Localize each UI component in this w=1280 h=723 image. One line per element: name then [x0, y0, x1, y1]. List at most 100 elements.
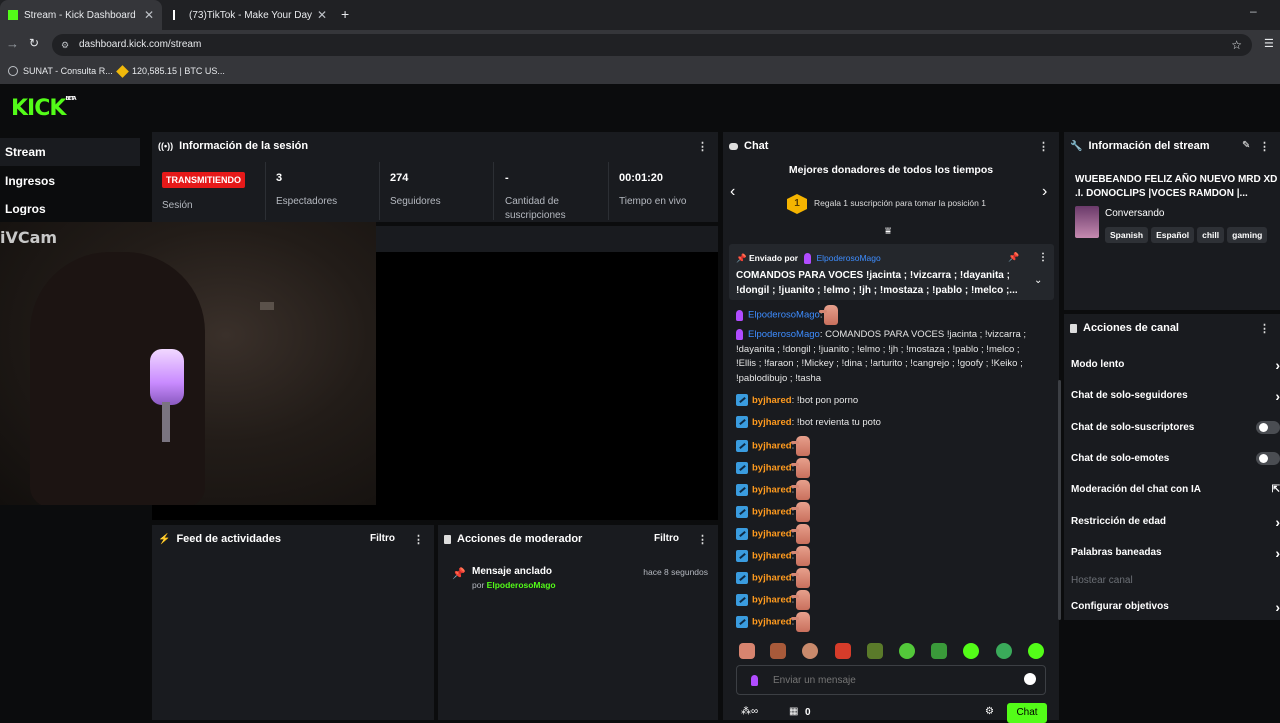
chat-username[interactable]: byjhared — [752, 617, 792, 628]
feed-filter-button[interactable]: Filtro — [370, 533, 395, 544]
url-field[interactable]: ⚙ dashboard.kick.com/stream ☆ — [52, 34, 1252, 56]
top-donors-title: Mejores donadores de todos los tiempos — [788, 164, 994, 176]
chat-username[interactable]: byjhared — [752, 507, 792, 518]
bookmark-sunat[interactable]: SUNAT - Consulta R... — [8, 66, 113, 76]
chat-username[interactable]: byjhared — [752, 529, 792, 540]
mic-badge-icon — [804, 253, 812, 265]
donors-prev-icon[interactable]: ‹ — [730, 183, 735, 201]
viewers-icon[interactable]: ⁂∞ — [741, 706, 758, 717]
pinned-more-icon[interactable]: ⋮ — [1038, 252, 1048, 263]
chat-username[interactable]: byjhared — [752, 463, 792, 474]
emote-face-icon[interactable] — [770, 643, 786, 659]
more-options-icon[interactable]: ⋮ — [1259, 322, 1270, 335]
unpin-icon[interactable]: 📌 — [1008, 252, 1019, 263]
emote-person-icon[interactable] — [802, 643, 818, 659]
action-label: Hostear canal — [1071, 575, 1133, 586]
action-slow-mode[interactable]: Modo lento › — [1071, 357, 1280, 373]
emote-frog-icon[interactable] — [867, 643, 883, 659]
tag[interactable]: chill — [1197, 227, 1225, 243]
tab-kick-dashboard[interactable]: Stream - Kick Dashboard ✕ — [0, 0, 162, 30]
chat-settings-icon[interactable]: ⚙ — [985, 706, 994, 717]
new-tab-icon[interactable]: + — [341, 6, 349, 22]
globe-icon — [8, 66, 18, 76]
chat-username[interactable]: byjhared — [752, 441, 792, 452]
emote-skull-icon[interactable] — [899, 643, 915, 659]
emotes-only-toggle[interactable] — [1256, 452, 1280, 465]
emote-smile-icon[interactable] — [931, 643, 947, 659]
moderator-filter-button[interactable]: Filtro — [654, 533, 679, 544]
action-age-restriction[interactable]: Restricción de edad › — [1071, 514, 1280, 530]
send-chat-button[interactable]: Chat — [1007, 703, 1047, 723]
reload-icon[interactable]: ↻ — [29, 36, 39, 50]
chat-username[interactable]: ElpoderosoMago — [748, 329, 820, 340]
more-options-icon[interactable]: ⋮ — [1259, 140, 1270, 153]
edit-icon[interactable]: ✎ — [1242, 140, 1250, 151]
chat-text: !bot revienta tu poto — [796, 417, 881, 428]
bookmark-star-icon[interactable]: ☆ — [1231, 34, 1242, 56]
close-tab-icon[interactable]: ✕ — [144, 8, 154, 22]
chat-username[interactable]: byjhared — [752, 417, 792, 428]
bookmark-btc[interactable]: 120,585.15 | BTC US... — [116, 64, 225, 78]
tab-label: Stream - Kick Dashboard — [24, 9, 136, 21]
action-ai-moderation[interactable]: Moderación del chat con IA ⇱ — [1071, 484, 1280, 495]
sidebar-item-logros[interactable]: Logros — [0, 195, 140, 215]
verified-badge-icon — [736, 462, 748, 474]
chat-username[interactable]: byjhared — [752, 551, 792, 562]
emote-robot-icon[interactable] — [996, 643, 1012, 659]
chat-username[interactable]: byjhared — [752, 395, 792, 406]
sidebar-item-ingresos[interactable]: Ingresos — [0, 167, 140, 195]
tab-tiktok[interactable]: (73)TikTok - Make Your Day ✕ — [165, 0, 335, 30]
chat-message-input[interactable] — [773, 671, 1013, 689]
expand-pinned-icon[interactable]: ⌄ — [1034, 275, 1042, 286]
tag[interactable]: Español — [1151, 227, 1195, 243]
emote-hand-icon[interactable] — [739, 643, 755, 659]
minimize-icon[interactable]: – — [1250, 4, 1257, 18]
chat-scrollbar[interactable] — [1058, 380, 1061, 620]
mic-badge-icon — [751, 675, 758, 686]
emote-chat-icon[interactable] — [963, 643, 979, 659]
emote-angry-icon[interactable] — [835, 643, 851, 659]
bookmark-label: 120,585.15 | BTC US... — [132, 66, 225, 76]
menu-icon[interactable]: ☰ — [1264, 37, 1274, 50]
divider — [493, 162, 494, 220]
subs-only-toggle[interactable] — [1256, 421, 1280, 434]
document-icon — [444, 534, 451, 544]
action-configure-goals[interactable]: Configurar objetivos › — [1071, 599, 1280, 615]
followers-label: Seguidores — [390, 196, 441, 207]
chat-username[interactable]: byjhared — [752, 485, 792, 496]
emote-hand-icon — [791, 480, 811, 500]
pinned-user[interactable]: ElpoderosoMago — [816, 253, 880, 263]
chevron-right-icon: › — [1275, 599, 1280, 615]
channel-actions-title: Acciones de canal — [1083, 322, 1179, 334]
mod-action-by-label: por — [472, 580, 485, 590]
chat-username[interactable]: byjhared — [752, 573, 792, 584]
action-label: Chat de solo-suscriptores — [1071, 422, 1195, 433]
more-options-icon[interactable]: ⋮ — [697, 140, 708, 153]
emote-bubble-icon[interactable] — [1028, 643, 1044, 659]
more-options-icon[interactable]: ⋮ — [1038, 140, 1049, 153]
close-tab-icon[interactable]: ✕ — [317, 8, 327, 22]
chat-username[interactable]: ElpoderosoMago — [748, 310, 820, 321]
mod-action-user[interactable]: ElpoderosoMago — [487, 580, 556, 590]
collapse-pinned-icon[interactable]: ⩸ — [885, 226, 891, 237]
donors-next-icon[interactable]: › — [1042, 183, 1047, 201]
action-followers-only[interactable]: Chat de solo-seguidores › — [1071, 388, 1280, 404]
tiktok-favicon-icon — [173, 10, 181, 20]
tag[interactable]: Spanish — [1105, 227, 1149, 243]
chat-message: byjhared: — [736, 480, 1041, 500]
tag[interactable]: gaming — [1227, 227, 1268, 243]
more-options-icon[interactable]: ⋮ — [697, 533, 708, 546]
sidebar-item-stream[interactable]: Stream — [0, 138, 140, 166]
action-banned-words[interactable]: Palabras baneadas › — [1071, 545, 1280, 561]
more-options-icon[interactable]: ⋮ — [413, 533, 424, 546]
verified-badge-icon — [736, 416, 748, 429]
emoji-picker-icon[interactable] — [1024, 673, 1036, 685]
kick-logo[interactable]: KICKBETA — [11, 96, 77, 121]
chat-input-box[interactable] — [736, 665, 1046, 695]
url-text: dashboard.kick.com/stream — [79, 39, 202, 50]
store-icon[interactable]: ▦ — [789, 706, 798, 717]
site-settings-icon[interactable]: ⚙ — [61, 34, 69, 56]
chat-username[interactable]: byjhared — [752, 595, 792, 606]
forward-icon[interactable]: → — [6, 36, 19, 51]
category-name[interactable]: Conversando — [1105, 208, 1164, 219]
